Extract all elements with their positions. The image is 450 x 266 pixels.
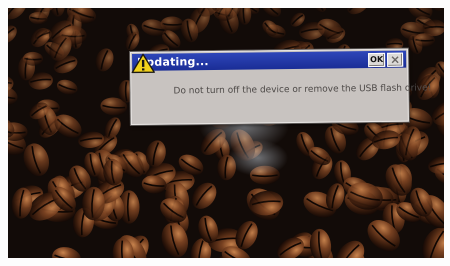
close-button[interactable] bbox=[387, 52, 404, 67]
photo-frame: Updating... OK Do not turn off the devic… bbox=[0, 0, 450, 266]
warning-icon bbox=[131, 53, 155, 74]
device-screen: Updating... OK Do not turn off the devic… bbox=[8, 8, 444, 258]
close-icon bbox=[391, 56, 399, 64]
ok-button[interactable]: OK bbox=[368, 52, 386, 68]
dialog-message: Do not turn off the device or remove the… bbox=[173, 83, 432, 97]
dialog-titlebar: Updating... OK bbox=[132, 50, 407, 71]
coffee-beans-wallpaper bbox=[8, 8, 444, 258]
update-dialog: Updating... OK Do not turn off the devic… bbox=[130, 48, 431, 125]
